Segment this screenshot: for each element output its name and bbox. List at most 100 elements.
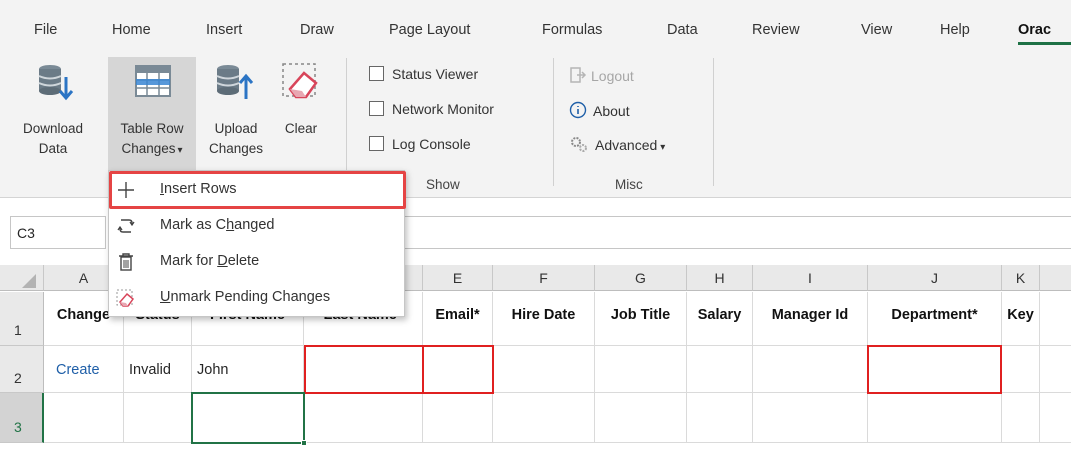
database-upload-icon bbox=[216, 65, 254, 99]
tab-help[interactable]: Help bbox=[940, 22, 970, 38]
log-console-checkbox[interactable]: Log Console bbox=[369, 136, 471, 152]
refresh-icon bbox=[117, 219, 135, 233]
tab-file[interactable]: File bbox=[34, 22, 57, 38]
cell-a2[interactable]: Create bbox=[44, 346, 124, 393]
status-viewer-label: Status Viewer bbox=[392, 66, 479, 82]
menu-item-mark-for-delete[interactable]: Mark for Delete bbox=[109, 245, 404, 279]
cell-h2[interactable] bbox=[687, 346, 753, 393]
cell-e3[interactable] bbox=[423, 393, 493, 443]
insert-rows-highlight bbox=[109, 171, 406, 209]
cell-i1[interactable]: Manager Id bbox=[753, 292, 868, 346]
cell-k1[interactable]: Key bbox=[1002, 292, 1040, 346]
cell-h3[interactable] bbox=[687, 393, 753, 443]
cell-j3[interactable] bbox=[868, 393, 1002, 443]
table-row-changes-menu: Insert Rows Mark as Changed Mark for Del… bbox=[108, 170, 406, 317]
group-separator bbox=[713, 58, 714, 186]
upload-changes-label-1: Upload bbox=[214, 121, 258, 136]
cell-a3[interactable] bbox=[44, 393, 124, 443]
active-cell-selection[interactable] bbox=[191, 392, 305, 444]
trash-icon bbox=[119, 253, 133, 271]
checkbox-box bbox=[369, 66, 384, 81]
group-separator bbox=[553, 58, 554, 186]
tab-home[interactable]: Home bbox=[112, 22, 151, 38]
logout-button[interactable]: Logout bbox=[569, 66, 634, 84]
cell-c2[interactable]: John bbox=[192, 346, 304, 393]
checkbox-box bbox=[369, 136, 384, 151]
name-box[interactable]: C3 bbox=[10, 216, 106, 249]
fill-handle[interactable] bbox=[301, 440, 307, 446]
cell-e1[interactable]: Email* bbox=[423, 292, 493, 346]
table-row-label-1: Table Row bbox=[120, 121, 184, 136]
show-group-label: Show bbox=[426, 177, 460, 192]
row-header-1[interactable]: 1 bbox=[0, 292, 44, 346]
checkbox-box bbox=[369, 101, 384, 116]
cell-g1[interactable]: Job Title bbox=[595, 292, 687, 346]
table-row-label-2: Changes ▾ bbox=[121, 141, 183, 156]
tab-page-layout[interactable]: Page Layout bbox=[389, 22, 470, 38]
cell-f2[interactable] bbox=[493, 346, 595, 393]
clear-button[interactable]: Clear bbox=[276, 57, 326, 170]
table-rows-icon bbox=[135, 65, 171, 97]
log-console-label: Log Console bbox=[392, 136, 471, 152]
select-all-triangle-icon bbox=[22, 274, 36, 288]
network-monitor-checkbox[interactable]: Network Monitor bbox=[369, 101, 494, 117]
cell-l3[interactable] bbox=[1040, 393, 1071, 443]
active-tab-indicator bbox=[1018, 42, 1071, 45]
upload-changes-button[interactable]: Upload Changes bbox=[198, 57, 274, 170]
cell-k3[interactable] bbox=[1002, 393, 1040, 443]
row-header-3[interactable]: 3 bbox=[0, 393, 44, 443]
cell-k2[interactable] bbox=[1002, 346, 1040, 393]
column-header-k[interactable]: K bbox=[1002, 265, 1040, 291]
tab-formulas[interactable]: Formulas bbox=[542, 22, 602, 38]
cell-g3[interactable] bbox=[595, 393, 687, 443]
database-download-icon bbox=[38, 65, 74, 101]
tab-insert[interactable]: Insert bbox=[206, 22, 242, 38]
column-header-j[interactable]: J bbox=[868, 265, 1002, 291]
menu-item-mark-as-changed[interactable]: Mark as Changed bbox=[109, 209, 404, 243]
formula-input[interactable] bbox=[404, 216, 1071, 249]
column-header-e[interactable]: E bbox=[423, 265, 493, 291]
group-separator bbox=[346, 58, 347, 186]
error-highlight-department bbox=[867, 345, 1002, 394]
column-header-f[interactable]: F bbox=[493, 265, 595, 291]
about-label: About bbox=[593, 103, 630, 119]
cell-b3[interactable] bbox=[124, 393, 192, 443]
cell-i2[interactable] bbox=[753, 346, 868, 393]
cell-b2[interactable]: Invalid bbox=[124, 346, 192, 393]
menu-item-unmark-pending[interactable]: Unmark Pending Changes bbox=[109, 281, 404, 315]
eraser-icon bbox=[116, 289, 135, 307]
status-viewer-checkbox[interactable]: Status Viewer bbox=[369, 66, 478, 82]
gears-icon bbox=[571, 137, 587, 152]
select-all-corner[interactable] bbox=[0, 265, 44, 291]
cell-j1[interactable]: Department* bbox=[868, 292, 1002, 346]
download-data-button[interactable]: Download Data bbox=[0, 57, 106, 170]
column-header-i[interactable]: I bbox=[753, 265, 868, 291]
logout-icon bbox=[570, 67, 587, 83]
clear-label: Clear bbox=[284, 121, 318, 136]
cell-f3[interactable] bbox=[493, 393, 595, 443]
cell-l2[interactable] bbox=[1040, 346, 1071, 393]
error-highlight-last-name bbox=[304, 345, 424, 394]
table-row-changes-button[interactable]: Table Row Changes ▾ bbox=[108, 57, 196, 170]
menu-item-insert-rows[interactable]: Insert Rows bbox=[109, 171, 406, 209]
info-icon bbox=[569, 101, 587, 119]
cell-h1[interactable]: Salary bbox=[687, 292, 753, 346]
row-header-2[interactable]: 2 bbox=[0, 346, 44, 393]
tab-view[interactable]: View bbox=[861, 22, 892, 38]
cell-g2[interactable] bbox=[595, 346, 687, 393]
cell-f1[interactable]: Hire Date bbox=[493, 292, 595, 346]
about-button[interactable]: About bbox=[569, 101, 630, 119]
cell-d3[interactable] bbox=[304, 393, 423, 443]
cell-l1[interactable] bbox=[1040, 292, 1071, 346]
cell-i3[interactable] bbox=[753, 393, 868, 443]
tab-draw[interactable]: Draw bbox=[300, 22, 334, 38]
tab-data[interactable]: Data bbox=[667, 22, 698, 38]
tab-oracle[interactable]: Orac bbox=[1018, 22, 1051, 38]
advanced-button[interactable]: Advanced ▾ bbox=[569, 135, 665, 153]
column-header-g[interactable]: G bbox=[595, 265, 687, 291]
eraser-clear-icon bbox=[282, 63, 318, 99]
download-data-label-2: Data bbox=[38, 141, 68, 156]
column-header-h[interactable]: H bbox=[687, 265, 753, 291]
download-data-label-1: Download bbox=[22, 121, 84, 136]
tab-review[interactable]: Review bbox=[752, 22, 800, 38]
